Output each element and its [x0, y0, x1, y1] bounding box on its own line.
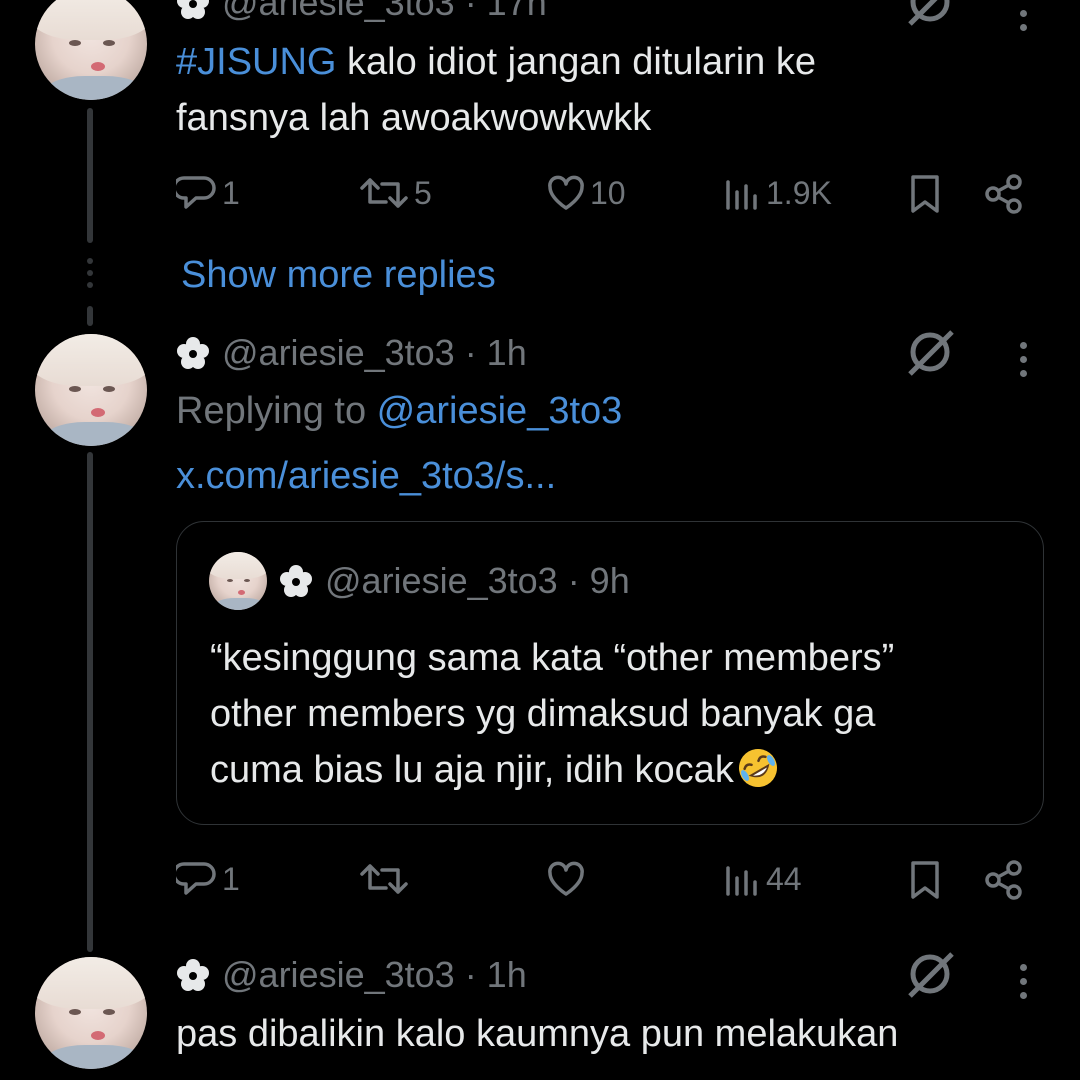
tweet-header: @ariesie_3to3 · 1h — [176, 954, 527, 996]
flower-icon — [177, 959, 209, 991]
like-button[interactable] — [546, 860, 586, 898]
tweet-url-link[interactable]: x.com/ariesie_3to3/s... — [176, 455, 556, 498]
flower-icon — [177, 0, 209, 19]
more-icon[interactable] — [1020, 10, 1028, 38]
bookmark-icon[interactable] — [908, 174, 942, 214]
quoted-handle: @ariesie_3to3 — [325, 560, 558, 601]
hashtag-link[interactable]: #JISUNG — [176, 41, 336, 83]
quoted-timestamp: · 9h — [567, 560, 630, 601]
quoted-text: “kesinggung sama kata “other members” ot… — [210, 630, 894, 798]
tweet-actions: 1 5 10 1.9K — [176, 174, 1036, 214]
repost-button[interactable] — [358, 860, 410, 898]
quoted-tweet-card[interactable]: @ariesie_3to3 · 9h “kesinggung sama kata… — [176, 521, 1044, 825]
user-handle[interactable]: @ariesie_3to3 — [222, 0, 455, 24]
flower-icon — [280, 565, 312, 597]
view-count: 1.9K — [766, 174, 832, 211]
timestamp[interactable]: · 17h — [465, 0, 547, 24]
share-icon[interactable] — [984, 174, 1024, 214]
view-count: 44 — [766, 860, 802, 897]
flower-icon — [177, 337, 209, 369]
user-handle[interactable]: @ariesie_3to3 — [222, 332, 455, 374]
reply-icon — [176, 862, 216, 895]
views-icon — [726, 866, 757, 896]
share-icon[interactable] — [984, 860, 1024, 900]
quoted-text-line: cuma bias lu aja njir, idih kocak — [210, 749, 734, 791]
reply-count: 1 — [222, 860, 240, 897]
tweet-text: pas dibalikin kalo kaumnya pun melakukan — [176, 1006, 898, 1062]
more-icon[interactable] — [1020, 964, 1028, 1006]
rofl-emoji-icon — [738, 749, 777, 787]
replying-to: Replying to @ariesie_3to3 — [176, 390, 622, 433]
repost-icon — [360, 864, 408, 894]
avatar[interactable] — [35, 957, 147, 1069]
views-button[interactable]: 1.9K — [724, 174, 832, 212]
repost-button[interactable]: 5 — [358, 174, 432, 212]
quoted-avatar — [209, 552, 267, 610]
thread-line — [87, 452, 93, 952]
thread-line — [87, 108, 93, 243]
tweet-header: @ariesie_3to3 · 17h — [176, 0, 547, 24]
reply-count: 1 — [222, 174, 240, 211]
like-icon — [548, 861, 584, 896]
quoted-header: @ariesie_3to3 · 9h — [279, 560, 630, 602]
reply-icon — [176, 176, 216, 209]
user-handle[interactable]: @ariesie_3to3 — [222, 954, 455, 996]
thread-line — [87, 306, 93, 326]
tweet-header: @ariesie_3to3 · 1h — [176, 332, 527, 374]
tweet-text-line: pas dibalikin kalo kaumnya pun melakukan — [176, 1013, 899, 1055]
repost-icon — [360, 178, 408, 208]
like-icon — [548, 175, 584, 210]
repost-count: 5 — [414, 174, 432, 211]
grok-slash-icon[interactable] — [904, 948, 956, 1000]
timestamp[interactable]: · 1h — [465, 954, 527, 996]
tweet-text: #JISUNG kalo idiot jangan ditularin ke f… — [176, 34, 816, 146]
avatar[interactable] — [35, 334, 147, 446]
quoted-text-line: other members yg dimaksud banyak ga — [210, 693, 876, 735]
replying-to-label: Replying to — [176, 390, 377, 432]
grok-slash-icon[interactable] — [904, 326, 956, 378]
like-button[interactable]: 10 — [546, 174, 626, 212]
tweet-text-line: fansnya lah awoakwowkwkk — [176, 97, 652, 139]
more-icon[interactable] — [1020, 342, 1028, 384]
avatar[interactable] — [35, 0, 147, 100]
tweet-actions: 1 44 — [176, 860, 1036, 900]
bookmark-icon[interactable] — [908, 860, 942, 900]
tweet-text-line: kalo idiot jangan ditularin ke — [336, 41, 817, 83]
grok-slash-icon[interactable] — [904, 0, 956, 28]
replying-to-handle[interactable]: @ariesie_3to3 — [377, 390, 623, 432]
views-icon — [726, 180, 757, 210]
like-count: 10 — [590, 174, 626, 211]
quoted-text-line: “kesinggung sama kata “other members” — [210, 637, 895, 679]
views-button[interactable]: 44 — [724, 860, 802, 898]
timestamp[interactable]: · 1h — [465, 332, 527, 374]
reply-button[interactable]: 1 — [176, 860, 240, 898]
thread-gap-dots — [87, 258, 93, 288]
show-more-replies-link[interactable]: Show more replies — [181, 254, 496, 297]
reply-button[interactable]: 1 — [176, 174, 240, 212]
